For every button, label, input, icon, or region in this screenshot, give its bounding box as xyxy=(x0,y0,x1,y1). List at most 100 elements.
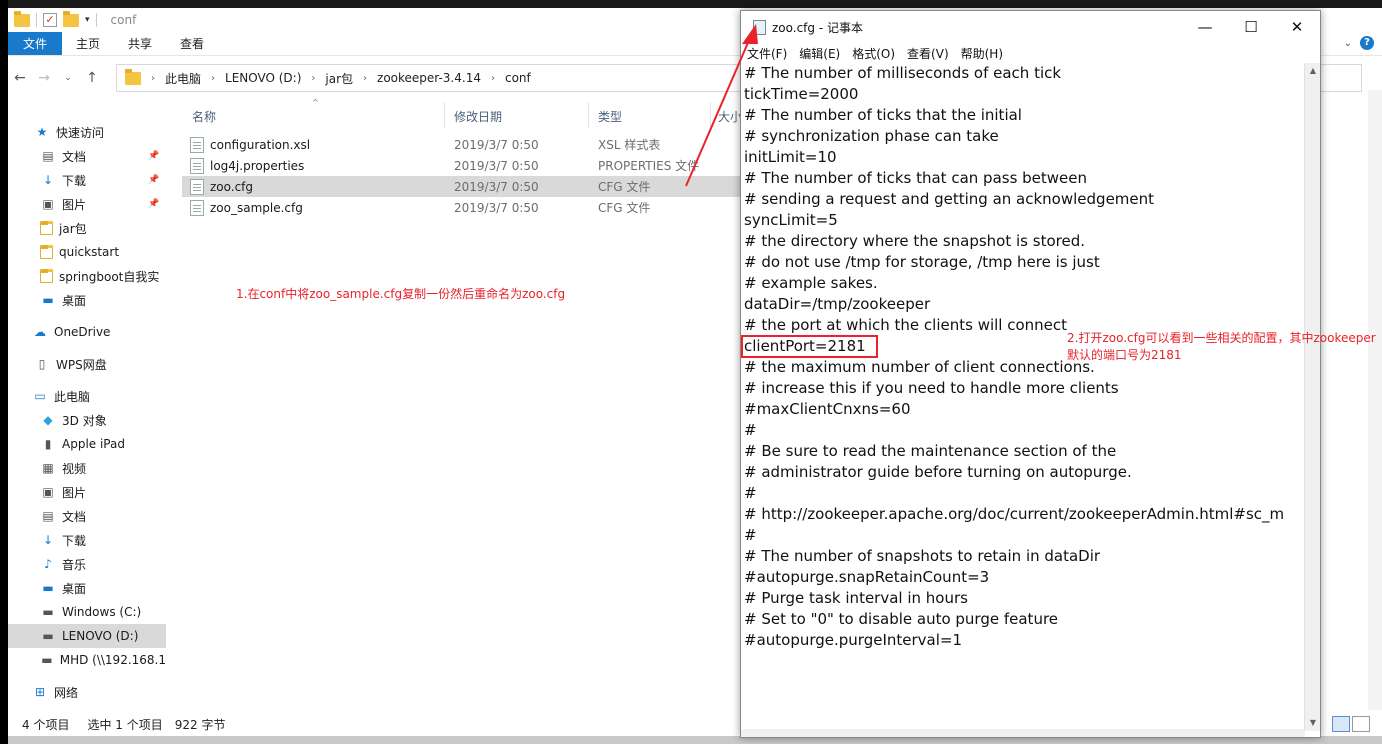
tab-home[interactable]: 主页 xyxy=(62,32,114,55)
details-view-icon[interactable] xyxy=(1332,716,1350,732)
folder-icon xyxy=(40,221,53,235)
sidebar-item[interactable]: ▣ 图片 📌 xyxy=(8,192,166,216)
sidebar-item[interactable]: ▬ MHD (\\192.168.1 xyxy=(8,648,166,672)
annotation-note-1: 1.在conf中将zoo_sample.cfg复制一份然后重命名为zoo.cfg xyxy=(236,287,566,301)
desktop-icon: ▬ xyxy=(42,581,54,595)
help-icon[interactable]: ? xyxy=(1360,36,1374,50)
sidebar-item[interactable]: ▮ Apple iPad xyxy=(8,432,166,456)
chevron-right-icon[interactable]: › xyxy=(211,73,215,84)
pin-icon[interactable]: 📌 xyxy=(148,151,159,161)
maximize-icon[interactable]: ☐ xyxy=(1228,11,1274,43)
picture-icon: ▣ xyxy=(42,197,54,211)
menu-edit[interactable]: 编辑(E) xyxy=(799,45,840,62)
chevron-right-icon[interactable]: › xyxy=(151,73,155,84)
sidebar-item[interactable]: ◆ 3D 对象 xyxy=(8,408,166,432)
scroll-down-icon[interactable]: ▼ xyxy=(1305,715,1321,731)
scroll-up-icon[interactable]: ▲ xyxy=(1305,63,1321,79)
breadcrumb-item[interactable]: zookeeper-3.4.14 xyxy=(377,71,481,85)
sidebar-item[interactable]: jar包 xyxy=(8,216,166,240)
sidebar-item[interactable]: ▬ 桌面 xyxy=(8,288,166,312)
sidebar-item[interactable]: ↓ 下载 xyxy=(8,528,166,552)
chevron-right-icon[interactable]: › xyxy=(311,73,315,84)
sidebar-item[interactable]: ▯ WPS网盘 xyxy=(8,352,166,376)
notepad-text-area[interactable]: # The number of milliseconds of each tic… xyxy=(741,63,1305,731)
horizontal-scrollbar[interactable] xyxy=(741,729,1305,737)
folder-icon xyxy=(14,10,30,27)
recent-locations-icon[interactable]: ⌄ xyxy=(56,73,80,83)
sidebar-item[interactable]: ▣ 图片 xyxy=(8,480,166,504)
tab-view[interactable]: 查看 xyxy=(166,32,218,55)
file-list: ^ 名称 修改日期 类型 大小 configuration.xsl 2019/3/… xyxy=(176,98,746,700)
scrollbar[interactable] xyxy=(1368,90,1382,710)
text-line: # example sakes. xyxy=(744,274,878,292)
expand-ribbon-icon[interactable]: ⌄ xyxy=(1344,38,1352,49)
screen-edge xyxy=(0,0,8,744)
column-size[interactable]: 大小 xyxy=(718,108,742,125)
menu-view[interactable]: 查看(V) xyxy=(907,45,949,62)
column-name[interactable]: 名称 xyxy=(192,108,216,125)
text-line: # Purge task interval in hours xyxy=(744,589,968,607)
tab-file[interactable]: 文件 xyxy=(8,32,63,55)
sidebar-item[interactable]: ☁ OneDrive xyxy=(8,320,166,344)
new-folder-icon[interactable] xyxy=(63,10,79,27)
document-icon: ▤ xyxy=(42,509,54,523)
menu-file[interactable]: 文件(F) xyxy=(747,45,787,62)
sidebar-item-label: 此电脑 xyxy=(54,389,91,404)
breadcrumb-item[interactable]: 此电脑 xyxy=(165,70,201,87)
sidebar-item[interactable]: ▬ Windows (C:) xyxy=(8,600,166,624)
sidebar-item[interactable]: ⊞ 网络 xyxy=(8,680,166,704)
file-icon xyxy=(190,136,204,153)
large-icons-view-icon[interactable] xyxy=(1352,716,1370,732)
sidebar-item-label: 图片 xyxy=(62,485,87,500)
vertical-scrollbar[interactable]: ▲ ▼ xyxy=(1304,63,1320,731)
menu-help[interactable]: 帮助(H) xyxy=(961,45,1003,62)
column-type[interactable]: 类型 xyxy=(598,108,622,125)
sidebar-item[interactable]: quickstart xyxy=(8,240,166,264)
sidebar-item[interactable]: ▤ 文档 xyxy=(8,504,166,528)
sidebar-item[interactable]: ▬ LENOVO (D:) xyxy=(8,624,166,648)
pin-icon[interactable]: 📌 xyxy=(148,199,159,209)
breadcrumb-item[interactable]: conf xyxy=(505,71,531,85)
chevron-right-icon[interactable]: › xyxy=(491,73,495,84)
sidebar-item[interactable]: ♪ 音乐 xyxy=(8,552,166,576)
up-arrow-icon[interactable]: ↑ xyxy=(80,70,104,86)
tab-share[interactable]: 共享 xyxy=(114,32,166,55)
ribbon-right-controls: ⌄ ? xyxy=(1344,36,1374,50)
star-icon: ★ xyxy=(36,125,48,139)
breadcrumb-item[interactable]: LENOVO (D:) xyxy=(225,71,301,85)
picture-icon: ▣ xyxy=(42,485,54,499)
minimize-icon[interactable]: — xyxy=(1182,11,1228,43)
forward-arrow-icon[interactable]: → xyxy=(32,70,56,86)
sidebar-item[interactable]: ▦ 视频 xyxy=(8,456,166,480)
sidebar-item[interactable]: ▬ 桌面 xyxy=(8,576,166,600)
sidebar-item[interactable]: ★ 快速访问 xyxy=(8,120,166,144)
selection-size: 922 字节 xyxy=(174,717,226,732)
customize-toolbar-icon[interactable]: ▾ xyxy=(85,15,90,25)
column-date[interactable]: 修改日期 xyxy=(454,108,502,125)
sidebar-item[interactable]: ▤ 文档 📌 xyxy=(8,144,166,168)
highlight-box-clientport xyxy=(741,335,878,358)
file-row[interactable]: log4j.properties 2019/3/7 0:50 PROPERTIES … xyxy=(182,155,746,176)
text-line: # administrator guide before turning on … xyxy=(744,463,1132,481)
breadcrumb-item[interactable]: jar包 xyxy=(325,70,353,87)
file-row[interactable]: configuration.xsl 2019/3/7 0:50 XSL 样式表 xyxy=(182,134,746,155)
back-arrow-icon[interactable]: ← xyxy=(8,70,32,86)
file-row[interactable]: zoo.cfg 2019/3/7 0:50 CFG 文件 xyxy=(182,176,746,197)
menu-format[interactable]: 格式(O) xyxy=(852,45,895,62)
selection-count: 选中 1 个项目 xyxy=(87,717,163,732)
properties-icon[interactable]: ✓ xyxy=(43,13,57,27)
file-row[interactable]: zoo_sample.cfg 2019/3/7 0:50 CFG 文件 xyxy=(182,197,746,218)
file-name: configuration.xsl xyxy=(210,137,311,152)
chevron-right-icon[interactable]: › xyxy=(363,73,367,84)
text-line: initLimit=10 xyxy=(744,148,837,166)
notepad-title: zoo.cfg - 记事本 xyxy=(772,20,863,35)
sidebar-item-label: 下载 xyxy=(62,533,87,548)
sidebar-item-label: LENOVO (D:) xyxy=(62,629,139,643)
sidebar-item[interactable]: springboot自我实 xyxy=(8,264,166,288)
desktop-icon: ▬ xyxy=(42,293,54,307)
text-line: # Be sure to read the maintenance sectio… xyxy=(744,442,1117,460)
close-icon[interactable]: ✕ xyxy=(1274,11,1320,43)
sidebar-item[interactable]: ↓ 下载 📌 xyxy=(8,168,166,192)
pin-icon[interactable]: 📌 xyxy=(148,175,159,185)
sidebar-item[interactable]: ▭ 此电脑 xyxy=(8,384,166,408)
